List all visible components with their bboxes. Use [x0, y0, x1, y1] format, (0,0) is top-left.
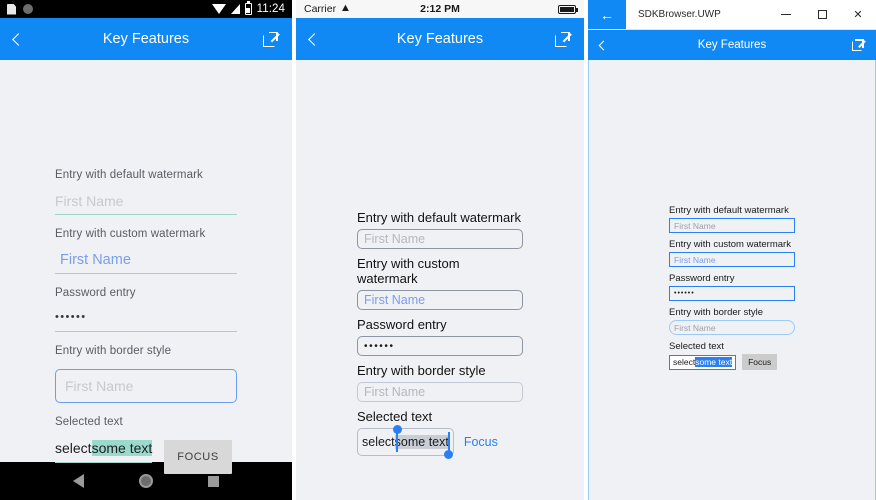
label-border-style: Entry with border style — [669, 307, 763, 318]
page-title: Key Features — [102, 31, 190, 47]
label-selected-text: Selected text — [357, 409, 433, 424]
battery-icon — [244, 1, 252, 15]
entry-custom-watermark[interactable]: First Name — [357, 290, 523, 310]
selected-text-row: select some text Focus — [669, 354, 795, 370]
selected-text-prefix: select — [673, 357, 696, 367]
open-external-icon[interactable] — [263, 31, 280, 47]
nav-recents-icon[interactable] — [207, 475, 219, 487]
label-selected-text: Selected text — [669, 341, 724, 352]
entry-default-watermark[interactable]: First Name — [55, 193, 237, 215]
nav-back-icon[interactable] — [73, 474, 85, 488]
label-default-watermark: Entry with default watermark — [357, 210, 522, 225]
label-custom-watermark: Entry with custom watermark — [669, 239, 791, 250]
minimize-icon — [781, 14, 791, 15]
label-password-entry: Password entry — [55, 287, 136, 299]
label-password-entry: Password entry — [357, 317, 447, 332]
label-default-watermark: Entry with default watermark — [669, 205, 789, 216]
entry-custom-watermark[interactable]: First Name — [55, 252, 237, 274]
nav-home-icon[interactable] — [138, 474, 153, 488]
focus-button[interactable]: Focus — [742, 354, 778, 370]
android-form: Entry with default watermark First Name … — [55, 60, 237, 474]
label-password-entry: Password entry — [669, 273, 735, 284]
android-panel: 11:24 Key Features Entry with default wa… — [0, 0, 292, 500]
android-navbar: Key Features — [0, 18, 292, 60]
label-selected-text: Selected text — [55, 416, 123, 428]
selected-text-highlight: some text — [695, 357, 733, 367]
chevron-left-icon — [12, 32, 25, 46]
back-button[interactable] — [12, 32, 25, 46]
entry-default-watermark[interactable]: First Name — [669, 218, 795, 233]
selected-text-row: select some text FOCUS — [55, 440, 237, 474]
window-controls: ✕ — [768, 0, 876, 29]
ios-content: Entry with default watermark First Name … — [296, 60, 584, 500]
open-external-icon[interactable] — [555, 31, 572, 47]
ios-panel: Carrier 2:12 PM Key Features Entry with … — [296, 0, 584, 500]
selected-text-highlight: some text — [91, 440, 153, 456]
entry-border-style[interactable]: First Name — [669, 320, 795, 335]
entry-default-watermark[interactable]: First Name — [357, 229, 523, 249]
ios-navbar: Key Features — [296, 18, 584, 60]
minimize-button[interactable] — [768, 0, 804, 29]
selected-text-prefix: select — [55, 440, 92, 456]
sim-icon — [7, 3, 16, 15]
entry-selected-text[interactable]: select some text — [669, 354, 737, 370]
entry-border-style[interactable]: First Name — [55, 369, 237, 403]
uwp-title-bar: ← SDKBrowser.UWP ✕ — [588, 0, 876, 30]
close-button[interactable]: ✕ — [840, 0, 876, 29]
android-status-bar: 11:24 — [0, 0, 292, 18]
status-right-icons: 11:24 — [211, 1, 285, 15]
open-external-icon[interactable] — [852, 39, 866, 51]
uwp-form: Entry with default watermark First Name … — [669, 60, 795, 370]
status-clock: 2:12 PM — [420, 3, 460, 15]
maximize-button[interactable] — [804, 0, 840, 29]
window-back-button[interactable]: ← — [588, 0, 626, 29]
uwp-content: Entry with default watermark First Name … — [588, 60, 876, 500]
entry-custom-watermark[interactable]: First Name — [669, 252, 795, 267]
focus-link[interactable]: Focus — [464, 435, 498, 449]
ios-status-bar: Carrier 2:12 PM — [296, 0, 584, 18]
entry-selected-text[interactable]: select some text — [55, 440, 153, 463]
maximize-icon — [817, 10, 827, 19]
wifi-icon — [211, 4, 226, 14]
entry-password[interactable]: •••••• — [55, 311, 237, 332]
entry-password[interactable]: •••••• — [669, 286, 795, 301]
page-title: Key Features — [697, 39, 767, 51]
arrow-left-icon: ← — [600, 6, 614, 23]
uwp-panel: ← SDKBrowser.UWP ✕ Key Features Entry wi… — [588, 0, 876, 500]
page-title: Key Features — [396, 31, 484, 47]
selected-text-highlight: some text — [394, 435, 449, 449]
label-custom-watermark: Entry with custom watermark — [357, 256, 460, 286]
selected-text-prefix: select — [362, 435, 395, 449]
entry-selected-text[interactable]: select some text — [357, 425, 454, 459]
signal-icon — [230, 4, 240, 14]
uwp-navbar: Key Features — [588, 30, 876, 60]
app-name-label: SDKBrowser.UWP — [638, 9, 721, 20]
label-default-watermark: Entry with default watermark — [55, 169, 203, 181]
battery-icon — [558, 4, 578, 14]
selection-end-handle[interactable] — [443, 450, 453, 459]
selection-start-handle[interactable] — [392, 425, 402, 434]
status-clock: 11:24 — [256, 3, 285, 15]
selected-text-row: select some text Focus — [357, 425, 523, 459]
dot-icon — [23, 4, 33, 14]
label-border-style: Entry with border style — [55, 345, 172, 357]
android-content: Entry with default watermark First Name … — [0, 60, 292, 474]
entry-password[interactable]: •••••• — [357, 336, 523, 356]
label-border-style: Entry with border style — [357, 363, 486, 378]
ios-form: Entry with default watermark First Name … — [357, 60, 523, 459]
selection-start-caret[interactable] — [396, 432, 398, 452]
label-custom-watermark: Entry with custom watermark — [55, 228, 206, 240]
screenshot-stage: 11:24 Key Features Entry with default wa… — [0, 0, 876, 500]
focus-button[interactable]: FOCUS — [164, 440, 232, 474]
status-left-icons — [7, 3, 33, 15]
selection-end-caret[interactable] — [447, 432, 450, 452]
entry-border-style[interactable]: First Name — [357, 382, 523, 402]
